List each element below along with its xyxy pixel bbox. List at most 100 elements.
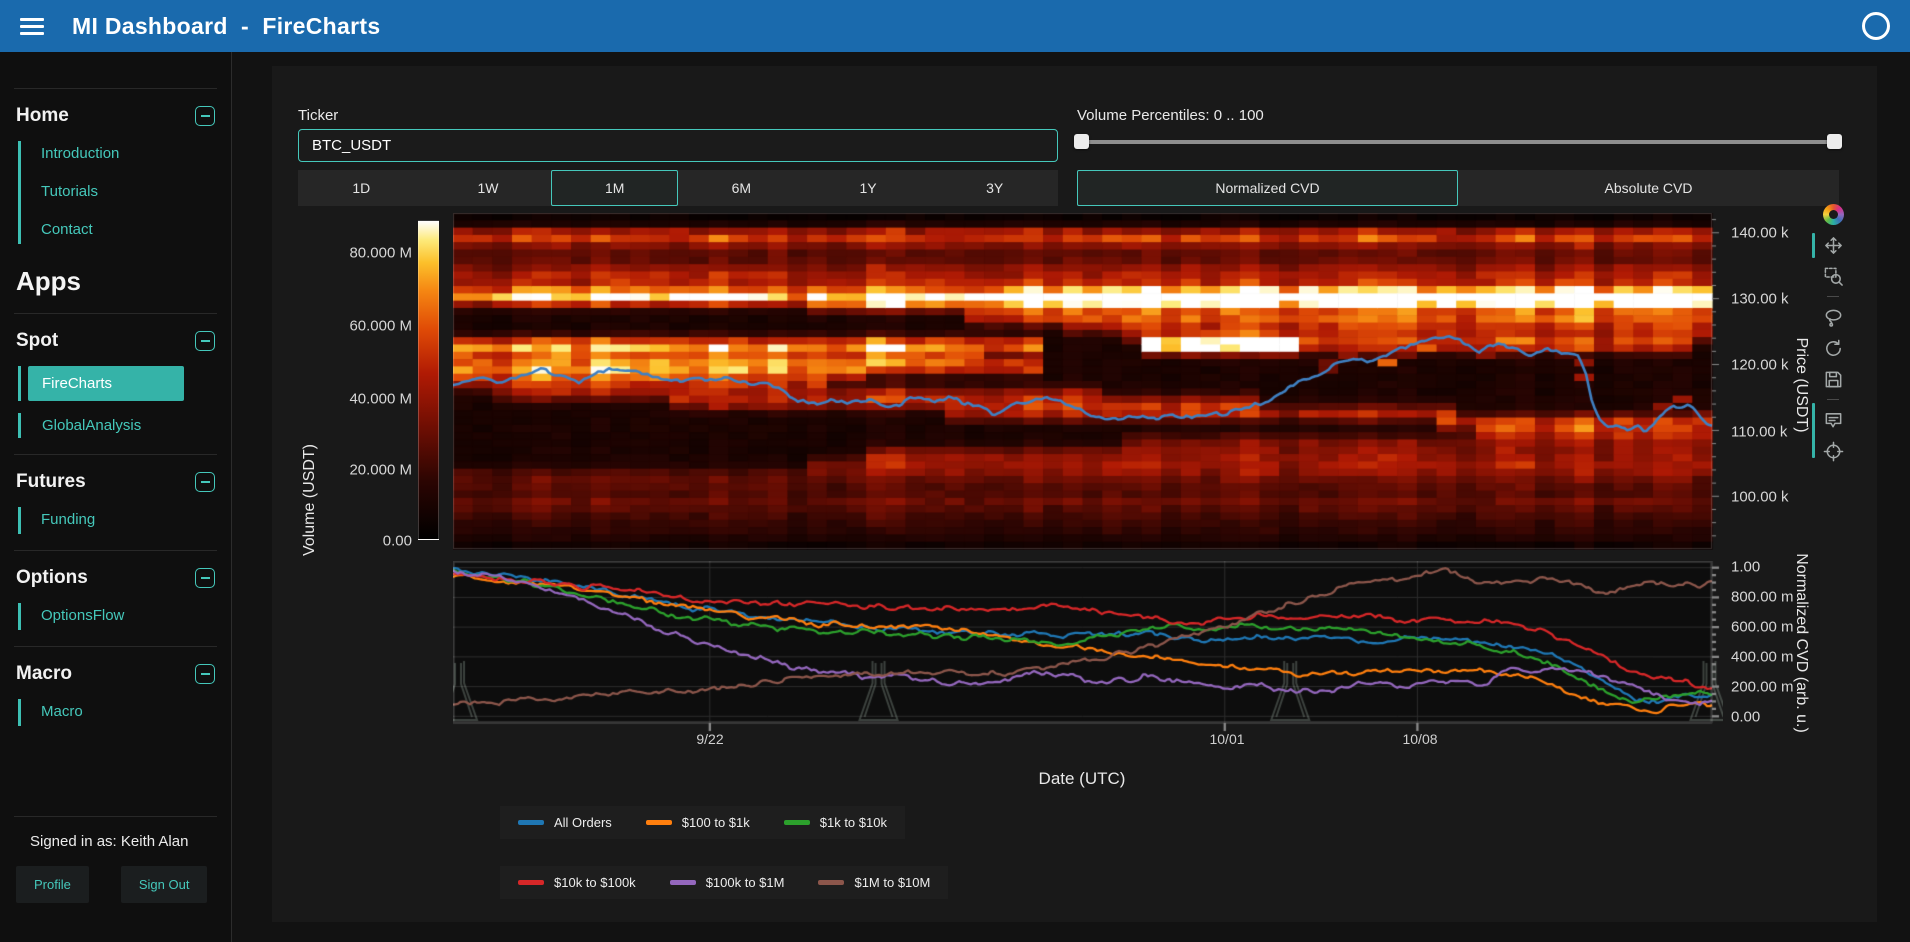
collapse-futures-button[interactable] xyxy=(195,472,215,492)
price-tick: 140.00 k xyxy=(1731,225,1789,242)
sidebar: Home Introduction Tutorials Contact Apps… xyxy=(0,52,232,942)
collapse-macro-button[interactable] xyxy=(195,664,215,684)
sidebar-item-macro[interactable]: Macro xyxy=(41,703,215,720)
colorbar-tick: 0.00 xyxy=(298,533,412,550)
sidebar-item-globalanalysis[interactable]: GlobalAnalysis xyxy=(28,413,184,438)
legend-item: $1k to $10k xyxy=(784,815,887,830)
range-1m-button[interactable]: 1M xyxy=(551,170,678,206)
collapse-spot-button[interactable] xyxy=(195,331,215,351)
box-zoom-tool-icon[interactable] xyxy=(1822,265,1844,287)
legend-item: $10k to $100k xyxy=(518,875,636,890)
ticker-input[interactable] xyxy=(298,129,1058,162)
reset-tool-icon[interactable] xyxy=(1822,337,1844,359)
menu-icon[interactable] xyxy=(20,18,44,35)
sidebar-section-futures: Futures xyxy=(16,471,86,493)
x-axis-title: Date (UTC) xyxy=(1039,769,1126,789)
legend-swatch xyxy=(518,820,544,825)
status-indicator-icon xyxy=(1862,12,1890,40)
volume-percentiles-slider[interactable] xyxy=(1077,140,1839,144)
divider xyxy=(14,646,217,647)
save-tool-icon[interactable] xyxy=(1822,368,1844,390)
range-1d-button[interactable]: 1D xyxy=(298,170,425,206)
legend-label: $10k to $100k xyxy=(554,875,636,890)
divider xyxy=(14,88,217,89)
legend-label: $100k to $1M xyxy=(706,875,785,890)
divider xyxy=(14,816,217,817)
legend-swatch xyxy=(670,880,696,885)
legend-row-1: All Orders $100 to $1k $1k to $10k xyxy=(500,806,905,839)
divider xyxy=(14,550,217,551)
lasso-select-tool-icon[interactable] xyxy=(1822,306,1844,328)
legend-label: All Orders xyxy=(554,815,612,830)
sidebar-item-contact[interactable]: Contact xyxy=(41,221,215,238)
sidebar-section-options: Options xyxy=(16,567,88,589)
app-header: MI Dashboard - FireCharts xyxy=(0,0,1910,52)
absolute-cvd-button[interactable]: Absolute CVD xyxy=(1458,170,1839,206)
collapse-home-button[interactable] xyxy=(195,106,215,126)
range-6m-button[interactable]: 6M xyxy=(678,170,805,206)
legend-label: $100 to $1k xyxy=(682,815,750,830)
colorbar-tick: 40.000 M xyxy=(298,391,412,408)
collapse-options-button[interactable] xyxy=(195,568,215,588)
legend-item: All Orders xyxy=(518,815,612,830)
sidebar-item-optionsflow[interactable]: OptionsFlow xyxy=(41,607,215,624)
sidebar-item-funding[interactable]: Funding xyxy=(41,511,215,528)
cvd-tick: 200.00 m xyxy=(1731,679,1794,696)
sidebar-item-tutorials[interactable]: Tutorials xyxy=(41,183,215,200)
signed-in-text: Signed in as: Keith Alan xyxy=(30,833,215,850)
sidebar-section-spot: Spot xyxy=(16,330,58,352)
sidebar-item-introduction[interactable]: Introduction xyxy=(41,145,215,162)
price-tick: 100.00 k xyxy=(1731,489,1789,506)
cvd-tick: 0.00 xyxy=(1731,709,1760,726)
x-tick-1008: 10/08 xyxy=(1402,731,1437,747)
ticker-label: Ticker xyxy=(298,107,338,124)
x-tick-1001: 10/01 xyxy=(1209,731,1244,747)
cvd-tick: 800.00 m xyxy=(1731,589,1794,606)
legend-row-2: $10k to $100k $100k to $1M $1M to $10M xyxy=(500,866,948,899)
percentile-max-handle[interactable] xyxy=(1827,134,1842,149)
volume-percentiles-label: Volume Percentiles: 0 .. 100 xyxy=(1077,107,1264,124)
normalized-cvd-button[interactable]: Normalized CVD xyxy=(1077,170,1458,206)
legend-swatch xyxy=(818,880,844,885)
legend-item: $100k to $1M xyxy=(670,875,785,890)
profile-button[interactable]: Profile xyxy=(16,866,89,903)
range-1y-button[interactable]: 1Y xyxy=(805,170,932,206)
range-selector: 1D 1W 1M 6M 1Y 3Y xyxy=(298,170,1058,206)
cvd-tick: 1.00 xyxy=(1731,559,1760,576)
sidebar-section-home: Home xyxy=(16,105,69,127)
app-title: MI Dashboard - FireCharts xyxy=(72,13,380,40)
legend-swatch xyxy=(646,820,672,825)
sidebar-item-firecharts[interactable]: FireCharts xyxy=(28,366,184,401)
legend-swatch xyxy=(784,820,810,825)
price-tick: 130.00 k xyxy=(1731,291,1789,308)
chart-toolbar xyxy=(1820,204,1846,462)
colorbar-tick: 80.000 M xyxy=(298,245,412,262)
price-axis-title: Price (USDT) xyxy=(1792,337,1810,432)
cvd-axis-title: Normalized CVD (arb. u.) xyxy=(1792,553,1810,733)
divider xyxy=(14,313,217,314)
range-3y-button[interactable]: 3Y xyxy=(931,170,1058,206)
percentile-min-handle[interactable] xyxy=(1074,134,1089,149)
hover-tool-icon[interactable] xyxy=(1822,409,1844,431)
legend-item: $1M to $10M xyxy=(818,875,930,890)
legend-swatch xyxy=(518,880,544,885)
crosshair-tool-icon[interactable] xyxy=(1822,440,1844,462)
legend-label: $1M to $10M xyxy=(854,875,930,890)
x-tick-922: 9/22 xyxy=(696,731,723,747)
sidebar-apps-heading: Apps xyxy=(16,266,215,297)
range-1w-button[interactable]: 1W xyxy=(425,170,552,206)
price-tick: 110.00 k xyxy=(1731,424,1787,441)
sign-out-button[interactable]: Sign Out xyxy=(121,866,208,903)
colorbar-tick: 20.000 M xyxy=(298,462,412,479)
toolbar-separator xyxy=(1827,399,1839,400)
cvd-canvas[interactable] xyxy=(453,561,1723,737)
bokeh-logo-icon[interactable] xyxy=(1823,204,1844,225)
colorbar-tick: 60.000 M xyxy=(298,318,412,335)
heatmap-canvas[interactable] xyxy=(453,213,1723,550)
pan-tool-icon[interactable] xyxy=(1822,234,1844,256)
legend-label: $1k to $10k xyxy=(820,815,887,830)
divider xyxy=(14,454,217,455)
volume-colorbar xyxy=(418,220,439,540)
sidebar-section-macro: Macro xyxy=(16,663,72,685)
active-tool-indicator xyxy=(1812,403,1815,458)
